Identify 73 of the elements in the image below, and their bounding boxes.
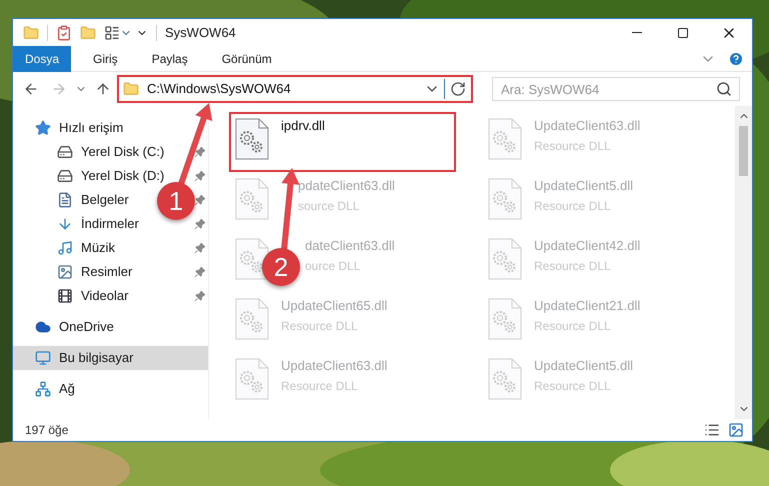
sidebar-item[interactable]: Yerel Disk (C:) [13,140,172,164]
address-path: C:\Windows\SysWOW64 [147,80,291,98]
item-count: 197 öğe [25,422,68,439]
file-type: Resource DLL [534,318,612,334]
sidebar-item[interactable]: İndirmeler [13,212,147,236]
ribbon-tab[interactable]: Dosya [13,46,72,72]
ribbon-tab[interactable]: Giriş [81,46,130,72]
file-type: Resource DLL [534,198,612,214]
file-name: UpdateClient5.dll [534,358,634,374]
sidebar-item[interactable]: Videolar [13,284,136,308]
file-name: UpdateClient65.dll [281,298,388,314]
back-icon[interactable] [23,81,39,97]
drive-icon [57,168,73,184]
sidebar-item[interactable]: Resimler [13,260,140,284]
file-name: dateClient63.dll [305,238,395,254]
scroll-thumb[interactable] [739,126,748,176]
help-icon[interactable] [728,50,744,66]
picture-icon [57,264,73,280]
search-icon[interactable] [716,81,732,97]
ribbon-tab[interactable]: Paylaş [140,46,200,72]
details-view-icon[interactable] [704,422,720,438]
file-name: UpdateClient21.dll [534,298,640,314]
file-type: Resource DLL [281,318,359,334]
file-name: UpdateClient42.dll [534,238,640,254]
sidebar-item[interactable]: Bu bilgisayar [13,346,208,370]
monitor-icon [35,350,51,366]
sidebar-label: Videolar [81,287,128,306]
file-name: UpdateClient5.dll [534,178,634,194]
minimize-icon [632,32,642,33]
sidebar-item[interactable]: Ağ [13,377,208,401]
file-name: pdateClient63.dll [298,178,395,194]
sidebar-label: Belgeler [81,191,129,210]
music-note-icon [57,240,73,256]
scrollbar[interactable] [735,106,752,419]
sidebar-label: OneDrive [59,318,114,336]
cloud-icon [35,319,51,335]
file-name: UpdateClient63.dll [281,358,388,374]
drive-icon [57,144,73,160]
view-icon[interactable] [104,24,120,40]
file-type: source DLL [298,198,360,214]
large-icons-view-icon[interactable] [728,422,744,438]
sidebar-label: İndirmeler [81,215,139,234]
sidebar-label: Bu bilgisayar [59,349,134,368]
sidebar-label: Müzik [81,239,115,258]
sidebar-item[interactable]: Belgeler [13,188,137,212]
gear-file-icon[interactable] [235,118,269,160]
sidebar-label: Yerel Disk (C:) [81,143,164,162]
file-name: UpdateClient63.dll [534,118,640,134]
file-type: Resource DLL [281,378,359,394]
search-field[interactable]: Ara: SysWOW64 [492,77,740,101]
up-icon[interactable] [95,81,111,97]
document-icon [57,192,73,208]
maximize-icon [677,26,689,38]
file-type: Resource DLL [534,258,612,274]
sidebar-item[interactable]: OneDrive [13,315,208,339]
sidebar-label: Ağ [59,380,75,398]
film-icon [57,288,73,304]
ribbon-tab[interactable]: Görünüm [210,46,284,72]
sidebar-item[interactable]: Hızlı erişim [13,116,208,140]
properties-icon[interactable] [56,24,72,40]
window-title: SysWOW64 [165,24,236,42]
address-field[interactable]: C:\Windows\SysWOW64 [117,75,473,103]
file-type: Resource DLL [534,378,612,394]
star-icon [35,120,51,136]
sidebar-label: Resimler [81,263,132,282]
refresh-icon[interactable] [450,81,466,97]
sidebar-item[interactable]: Müzik [13,236,123,260]
file-type: ource DLL [305,258,362,274]
folder-icon [123,81,139,97]
file-type: Resource DLL [534,138,612,154]
network-icon [35,381,51,397]
file-name: ipdrv.dll [281,118,325,134]
sidebar-label: Hızlı erişim [59,119,124,138]
